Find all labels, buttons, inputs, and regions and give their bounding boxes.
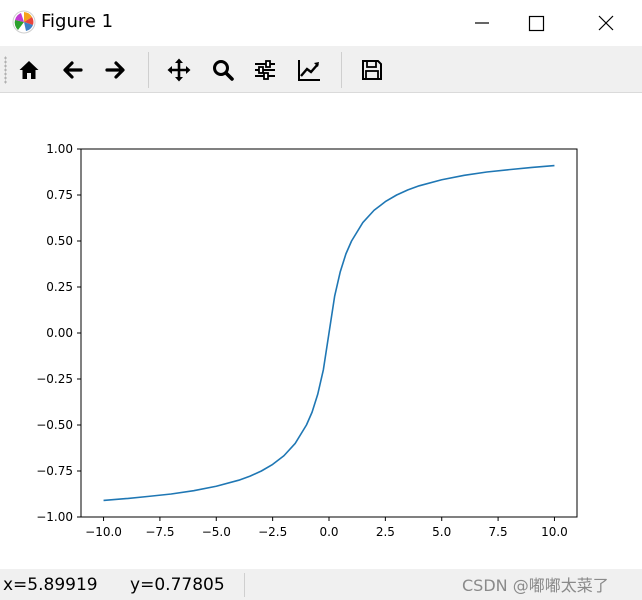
- chart[interactable]: −10.0 −7.5 −5.0 −2.5 0.0 2.5 5.0 7.5 10.0 −1.00 −…: [0, 93, 642, 569]
- maximize-button[interactable]: [513, 0, 559, 46]
- x-tick-label: 10.0: [541, 525, 568, 539]
- x-tick-label: 7.5: [489, 525, 508, 539]
- x-tick-label: −2.5: [258, 525, 287, 539]
- edit-axis-button[interactable]: [293, 54, 325, 86]
- window-title: Figure 1: [41, 11, 114, 32]
- y-coordinate: y=0.77805: [130, 575, 225, 595]
- x-tick-label: 5.0: [432, 525, 451, 539]
- toolbar-grip[interactable]: [4, 56, 7, 84]
- watermark: CSDN @嘟嘟太菜了: [462, 576, 609, 595]
- y-tick-label: −0.75: [36, 464, 73, 478]
- toolbar-separator: [148, 52, 149, 88]
- navigation-toolbar: [0, 46, 642, 93]
- line-chart-icon: [298, 60, 320, 81]
- arrow-right-icon: [105, 61, 125, 79]
- minimize-button[interactable]: [459, 0, 505, 46]
- y-tick-label: 0.00: [46, 326, 73, 340]
- move-icon: [167, 58, 191, 82]
- forward-button[interactable]: [99, 54, 131, 86]
- status-bar: x=5.89919 y=0.77805 CSDN @嘟嘟太菜了: [0, 569, 642, 600]
- close-icon: [598, 15, 614, 31]
- figure-canvas[interactable]: −10.0 −7.5 −5.0 −2.5 0.0 2.5 5.0 7.5 10.0 −1.00 −…: [0, 93, 642, 569]
- x-tick-label: 0.0: [319, 525, 338, 539]
- close-button[interactable]: [583, 0, 629, 46]
- title-bar: Figure 1: [0, 0, 642, 46]
- x-tick-label: 2.5: [376, 525, 395, 539]
- matplotlib-logo-icon: [12, 10, 36, 34]
- minimize-icon: [475, 22, 489, 24]
- y-tick-label: −0.25: [36, 372, 73, 386]
- y-tick-label: 0.25: [46, 280, 73, 294]
- coordinate-readout: x=5.89919 y=0.77805: [3, 575, 225, 595]
- maximize-icon: [528, 15, 545, 32]
- x-coordinate: x=5.89919: [3, 575, 98, 595]
- back-button[interactable]: [57, 54, 89, 86]
- y-tick-label: 0.75: [46, 188, 73, 202]
- y-tick-label: −0.50: [36, 418, 73, 432]
- magnifier-icon: [213, 60, 234, 81]
- x-tick-label: −5.0: [202, 525, 231, 539]
- configure-subplots-button[interactable]: [249, 54, 281, 86]
- status-separator: [244, 573, 245, 597]
- y-tick-label: 1.00: [46, 142, 73, 156]
- x-tick-label: −10.0: [85, 525, 122, 539]
- save-button[interactable]: [356, 54, 388, 86]
- home-icon: [19, 61, 39, 79]
- sliders-icon: [255, 60, 275, 80]
- toolbar-separator: [341, 52, 342, 88]
- floppy-disk-icon: [362, 60, 382, 80]
- home-button[interactable]: [13, 54, 45, 86]
- y-tick-label: 0.50: [46, 234, 73, 248]
- pan-button[interactable]: [163, 54, 195, 86]
- zoom-button[interactable]: [207, 54, 239, 86]
- y-tick-label: −1.00: [36, 510, 73, 524]
- arrow-left-icon: [63, 61, 83, 79]
- x-tick-label: −7.5: [145, 525, 174, 539]
